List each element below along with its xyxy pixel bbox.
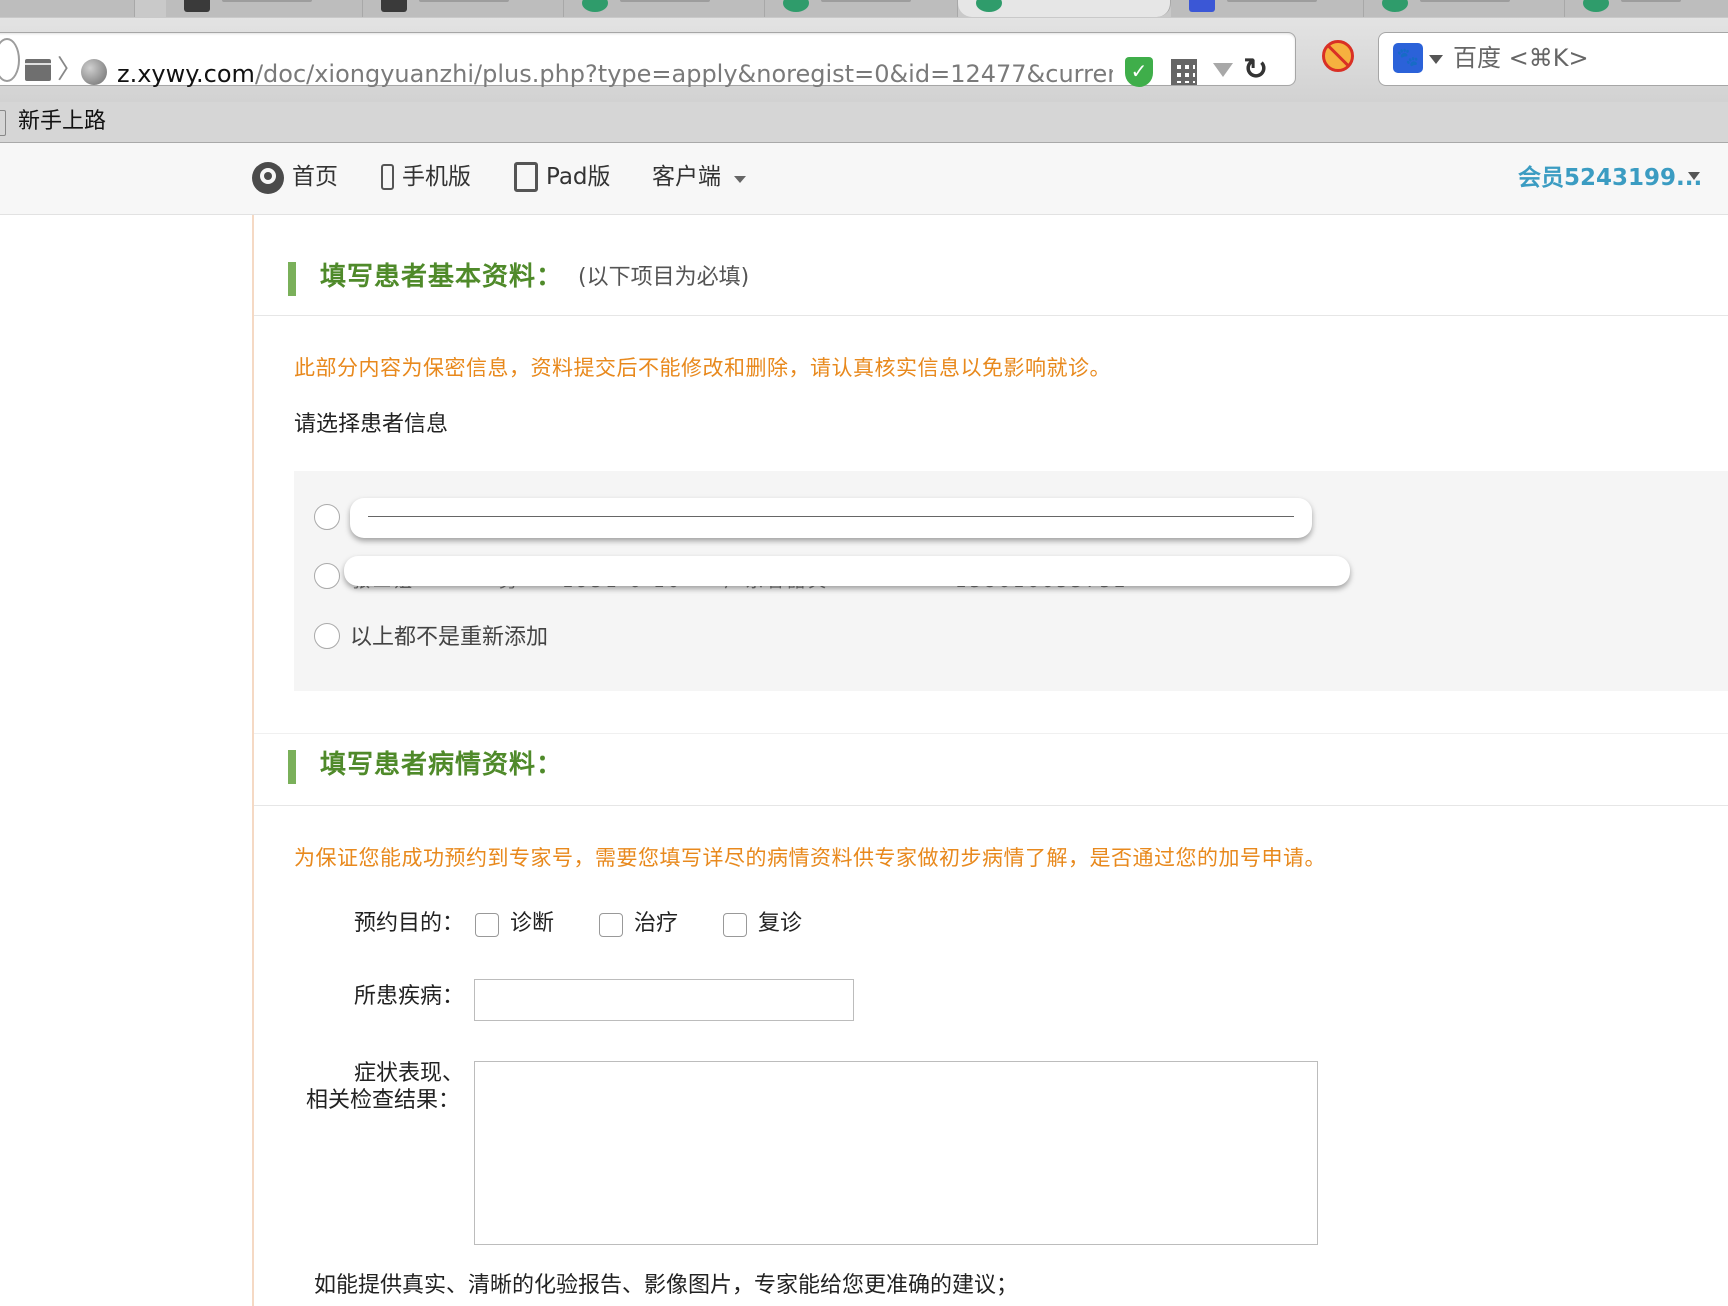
chevron-right-icon: 〉	[57, 55, 84, 85]
purpose-followup-checkbox[interactable]	[723, 913, 747, 937]
browser-tab-strip	[0, 0, 1728, 19]
purpose-diagnosis-checkbox[interactable]	[475, 913, 499, 937]
condition-warning: 为保证您能成功预约到专家号，需要您填写详尽的病情资料供专家做初步病情了解，是否通…	[294, 846, 1326, 870]
url-dropdown-icon[interactable]	[1213, 63, 1233, 77]
patient-option-radio-add-new[interactable]	[314, 623, 340, 649]
search-engine-dropdown-icon[interactable]	[1429, 55, 1443, 64]
confidential-warning: 此部分内容为保密信息，资料提交后不能修改和删除，请认真核实信息以免影响就诊。	[294, 356, 1111, 380]
symptoms-textarea[interactable]	[474, 1061, 1318, 1245]
purpose-diagnosis-label[interactable]: 诊断	[510, 908, 554, 940]
nav-client[interactable]: 客户端	[652, 161, 721, 193]
bookmark-getting-started[interactable]: 新手上路	[18, 106, 106, 138]
search-placeholder: 百度 <⌘K>	[1453, 44, 1589, 72]
tab-favicon-icon	[1583, 0, 1609, 12]
disease-input[interactable]	[474, 979, 854, 1021]
bookmarks-grid-icon[interactable]	[25, 59, 51, 81]
browser-tab[interactable]	[765, 0, 958, 17]
home-logo-icon[interactable]	[252, 162, 284, 194]
purpose-followup-label[interactable]: 复诊	[758, 908, 802, 940]
patient-option-radio-2[interactable]	[314, 563, 340, 589]
purpose-label: 预约目的：	[354, 911, 465, 936]
section-basic-note: (以下项目为必填)	[578, 265, 750, 290]
symptoms-label-line2: 相关检查结果：	[306, 1088, 461, 1113]
section-accent-bar	[288, 750, 296, 784]
browser-tab-active[interactable]	[958, 0, 1171, 17]
purpose-treatment-checkbox[interactable]	[599, 913, 623, 937]
redaction-overlay	[344, 556, 1350, 586]
bookmark-overflow-icon[interactable]	[0, 110, 6, 136]
report-upload-hint: 如能提供真实、清晰的化验报告、影像图片，专家能给您更准确的建议；	[314, 1273, 1019, 1298]
address-bar[interactable]: 〉 z.xywy.com/doc/xiongyuanzhi/plus.php?t…	[0, 32, 1296, 89]
baidu-paw-icon[interactable]: 🐾	[1393, 43, 1423, 73]
tab-favicon-icon	[783, 0, 809, 12]
browser-tab[interactable]	[1565, 0, 1728, 17]
bookmarks-bar: 新手上路	[0, 102, 1728, 143]
browser-tab[interactable]	[363, 0, 564, 17]
search-box[interactable]: 🐾 百度 <⌘K>	[1378, 32, 1728, 86]
qr-code-icon[interactable]	[1171, 59, 1197, 85]
member-dropdown-icon[interactable]	[1688, 172, 1700, 180]
tab-favicon-icon	[381, 0, 407, 12]
purpose-treatment-label[interactable]: 治疗	[634, 908, 678, 940]
tab-favicon-icon	[1189, 0, 1215, 12]
adblock-icon[interactable]	[1322, 40, 1354, 72]
tab-favicon-icon	[1382, 0, 1408, 12]
reload-icon[interactable]: ↻	[1243, 53, 1268, 87]
select-patient-label: 请选择患者信息	[294, 412, 449, 437]
tab-favicon-icon	[184, 0, 210, 12]
client-dropdown-icon[interactable]	[734, 176, 746, 183]
section-condition-title: 填写患者病情资料：	[320, 750, 564, 780]
disease-label: 所患疾病：	[354, 984, 465, 1009]
tab-favicon-icon	[582, 0, 608, 12]
browser-tab[interactable]	[0, 0, 135, 17]
nav-home[interactable]: 首页	[292, 161, 338, 193]
browser-tab[interactable]	[1364, 0, 1565, 17]
url-path: /doc/xiongyuanzhi/plus.php?type=apply&no…	[254, 60, 1113, 88]
browser-toolbar: 〉 z.xywy.com/doc/xiongyuanzhi/plus.php?t…	[0, 18, 1728, 102]
security-shield-icon[interactable]: ✓	[1125, 57, 1153, 87]
tab-favicon-icon	[976, 0, 1002, 12]
url-host: z.xywy.com	[117, 60, 255, 88]
url-text[interactable]: z.xywy.com/doc/xiongyuanzhi/plus.php?typ…	[117, 59, 1113, 89]
browser-tab[interactable]	[564, 0, 765, 17]
browser-tab[interactable]	[166, 0, 363, 17]
globe-icon	[81, 59, 107, 85]
mobile-phone-icon[interactable]	[381, 164, 394, 190]
section-basic-title: 填写患者基本资料：	[320, 262, 564, 292]
redaction-overlay	[350, 498, 1312, 538]
section-accent-bar	[288, 262, 296, 296]
nav-pad[interactable]: Pad版	[546, 161, 611, 193]
member-account-link[interactable]: 会员5243199...	[1518, 162, 1702, 194]
patient-option-radio-1[interactable]	[314, 504, 340, 530]
nav-mobile[interactable]: 手机版	[402, 161, 471, 193]
browser-tab[interactable]	[1171, 0, 1364, 17]
tablet-icon[interactable]	[514, 162, 538, 192]
patient-option-add-new-label[interactable]: 以上都不是重新添加	[350, 622, 548, 654]
